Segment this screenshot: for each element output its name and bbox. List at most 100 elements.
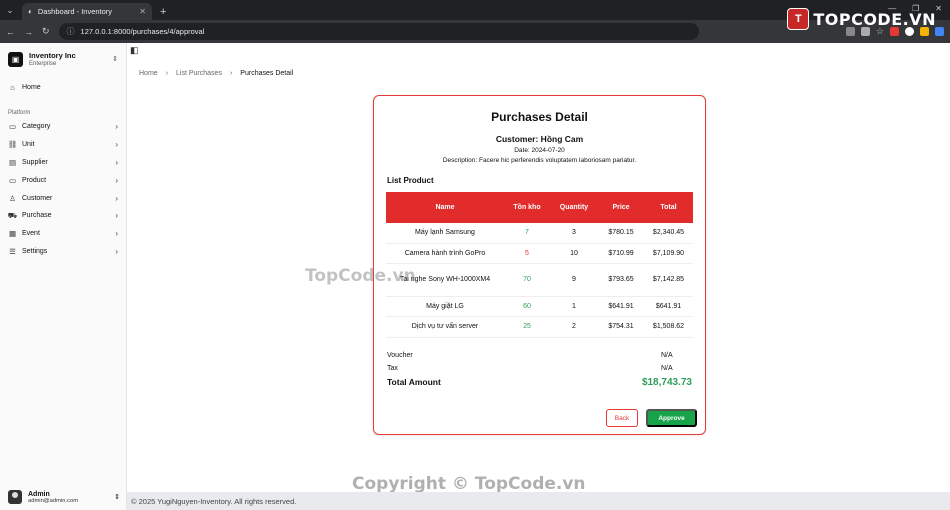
- cell-stock: 5: [504, 243, 550, 264]
- cell-total: $7,109.90: [644, 243, 693, 264]
- new-tab-icon[interactable]: +: [160, 6, 166, 18]
- voucher-label: Voucher: [387, 352, 413, 359]
- tab-close-icon[interactable]: ✕: [139, 7, 146, 16]
- url-text: 127.0.0.1:8000/purchases/4/approval: [80, 27, 205, 36]
- purchase-description: Description: Facere hic perferendis volu…: [442, 157, 637, 164]
- voucher-value: N/A: [661, 352, 673, 359]
- extension-icon[interactable]: [935, 27, 944, 36]
- chevron-right-icon: ›: [115, 157, 118, 167]
- sidebar-item-purchase[interactable]: ⛟ Purchase ›: [0, 207, 126, 225]
- tab-favicon-icon: ◐: [28, 7, 33, 16]
- cell-price: $754.31: [598, 316, 644, 338]
- sidebar-item-label: Home: [22, 83, 41, 91]
- breadcrumb-home[interactable]: Home: [139, 70, 158, 77]
- cart-icon: ⛟: [7, 210, 18, 220]
- chevron-right-icon: ›: [115, 122, 118, 132]
- sidebar-group-label: Platform: [8, 110, 31, 116]
- sidebar-item-category[interactable]: ▭ Category ›: [0, 118, 126, 136]
- settings-icon: ☰: [9, 246, 16, 256]
- breadcrumb-current: Purchases Detail: [240, 70, 294, 77]
- tax-row: Tax N/A: [387, 365, 692, 372]
- total-value: $18,743.73: [641, 377, 692, 388]
- customer-icon: ♙: [9, 193, 16, 203]
- org-plan: Enterprise: [29, 61, 57, 67]
- sidebar-item-label: Purchase: [22, 212, 52, 220]
- cell-price: $641.91: [598, 296, 644, 317]
- customer-name: Customer: Hồng Cam: [495, 134, 584, 144]
- site-info-icon[interactable]: ⓘ: [67, 26, 75, 37]
- cell-quantity: 10: [550, 243, 598, 264]
- sidebar-item-label: Customer: [22, 194, 53, 202]
- col-price: Price: [598, 192, 644, 223]
- col-total: Total: [644, 192, 693, 223]
- org-switcher[interactable]: ▣ Inventory Inc Enterprise ⇕: [0, 43, 126, 67]
- sidebar-item-home[interactable]: ⌂ Home: [0, 79, 126, 95]
- sidebar-item-customer[interactable]: ♙ Customer ›: [0, 189, 126, 207]
- home-icon: ⌂: [10, 82, 15, 92]
- tax-value: N/A: [661, 365, 673, 372]
- product-icon: ▭: [8, 175, 17, 185]
- tab-search-icon[interactable]: ⌄: [0, 0, 20, 20]
- reload-icon[interactable]: ↻: [42, 26, 50, 37]
- table-row: Máy giặt LG 60 1 $641.91 $641.91: [386, 296, 693, 317]
- chevron-right-icon: ›: [115, 175, 118, 185]
- sidebar-item-supplier[interactable]: ▤ Supplier ›: [0, 154, 126, 172]
- back-arrow-icon[interactable]: ←: [6, 27, 15, 37]
- sidebar-item-event[interactable]: ▦ Event ›: [0, 225, 126, 243]
- tax-label: Tax: [387, 365, 398, 372]
- cell-price: $793.65: [598, 263, 644, 297]
- cell-name: Dịch vụ tư vấn server: [386, 316, 504, 338]
- cell-quantity: 3: [550, 223, 598, 244]
- topcode-logo-badge: T: [787, 8, 810, 30]
- browser-tab[interactable]: ◐ Dashboard - Inventory ✕: [22, 3, 152, 20]
- purchase-detail-card: Purchases Detail Customer: Hồng Cam Date…: [373, 95, 706, 435]
- chevron-right-icon: ›: [115, 229, 118, 239]
- tab-title: Dashboard - Inventory: [37, 7, 113, 16]
- close-window-icon[interactable]: ✕: [935, 4, 942, 13]
- col-stock: Tồn kho: [504, 192, 550, 223]
- user-email: admin@admin.com: [28, 497, 79, 504]
- cell-price: $710.99: [598, 243, 644, 264]
- copyright-watermark: Copyright © TopCode.vn: [352, 474, 586, 494]
- chevron-right-icon: ›: [229, 70, 233, 77]
- sidebar-item-label: Supplier: [22, 158, 48, 166]
- total-row: Total Amount $18,743.73: [387, 377, 692, 388]
- org-logo-icon: ▣: [8, 51, 23, 67]
- breadcrumb: Home › List Purchases › Purchases Detail: [139, 70, 293, 77]
- cell-quantity: 1: [550, 296, 598, 317]
- cell-stock: 60: [504, 296, 550, 317]
- cell-total: $1,508.62: [644, 316, 693, 338]
- chevron-right-icon: ›: [115, 140, 118, 150]
- table-row: Tai nghe Sony WH-1000XM4 70 9 $793.65 $7…: [386, 263, 693, 297]
- cell-price: $780.15: [598, 223, 644, 244]
- sidebar-item-label: Unit: [22, 141, 35, 149]
- footer: © 2025 YugiNguyen-Inventory. All rights …: [127, 492, 950, 510]
- back-button[interactable]: Back: [606, 409, 638, 427]
- sidebar-item-unit[interactable]: ⛓ Unit ›: [0, 136, 126, 154]
- supplier-icon: ▤: [8, 157, 17, 167]
- sidebar: ▣ Inventory Inc Enterprise ⇕ ⌂ Home Plat…: [0, 43, 127, 510]
- user-menu[interactable]: Admin admin@admin.com ⇕: [8, 490, 120, 504]
- avatar: [8, 490, 22, 504]
- cell-stock: 7: [504, 223, 550, 244]
- forward-arrow-icon[interactable]: →: [24, 27, 33, 37]
- cell-name: Máy giặt LG: [386, 296, 504, 317]
- user-name: Admin: [28, 490, 50, 498]
- approve-button[interactable]: Approve: [646, 409, 697, 427]
- cell-quantity: 9: [550, 263, 598, 297]
- cell-name: Camera hành trình GoPro: [386, 243, 504, 264]
- sidebar-item-label: Settings: [22, 247, 48, 255]
- cell-total: $641.91: [644, 296, 693, 317]
- breadcrumb-list-purchases[interactable]: List Purchases: [176, 70, 222, 77]
- table-row: Dịch vụ tư vấn server 25 2 $754.31 $1,50…: [386, 316, 693, 338]
- sidebar-toggle-icon[interactable]: ◧: [130, 45, 139, 56]
- box-icon: ▭: [8, 122, 17, 132]
- cell-name: Máy lạnh Samsung: [386, 223, 504, 244]
- sidebar-item-product[interactable]: ▭ Product ›: [0, 171, 126, 189]
- sidebar-item-label: Product: [22, 176, 47, 184]
- url-field[interactable]: ⓘ 127.0.0.1:8000/purchases/4/approval: [58, 23, 699, 40]
- cell-total: $2,340.45: [644, 223, 693, 244]
- sidebar-item-label: Category: [22, 123, 51, 131]
- list-product-heading: List Product: [387, 176, 434, 185]
- sidebar-item-settings[interactable]: ☰ Settings ›: [0, 243, 126, 261]
